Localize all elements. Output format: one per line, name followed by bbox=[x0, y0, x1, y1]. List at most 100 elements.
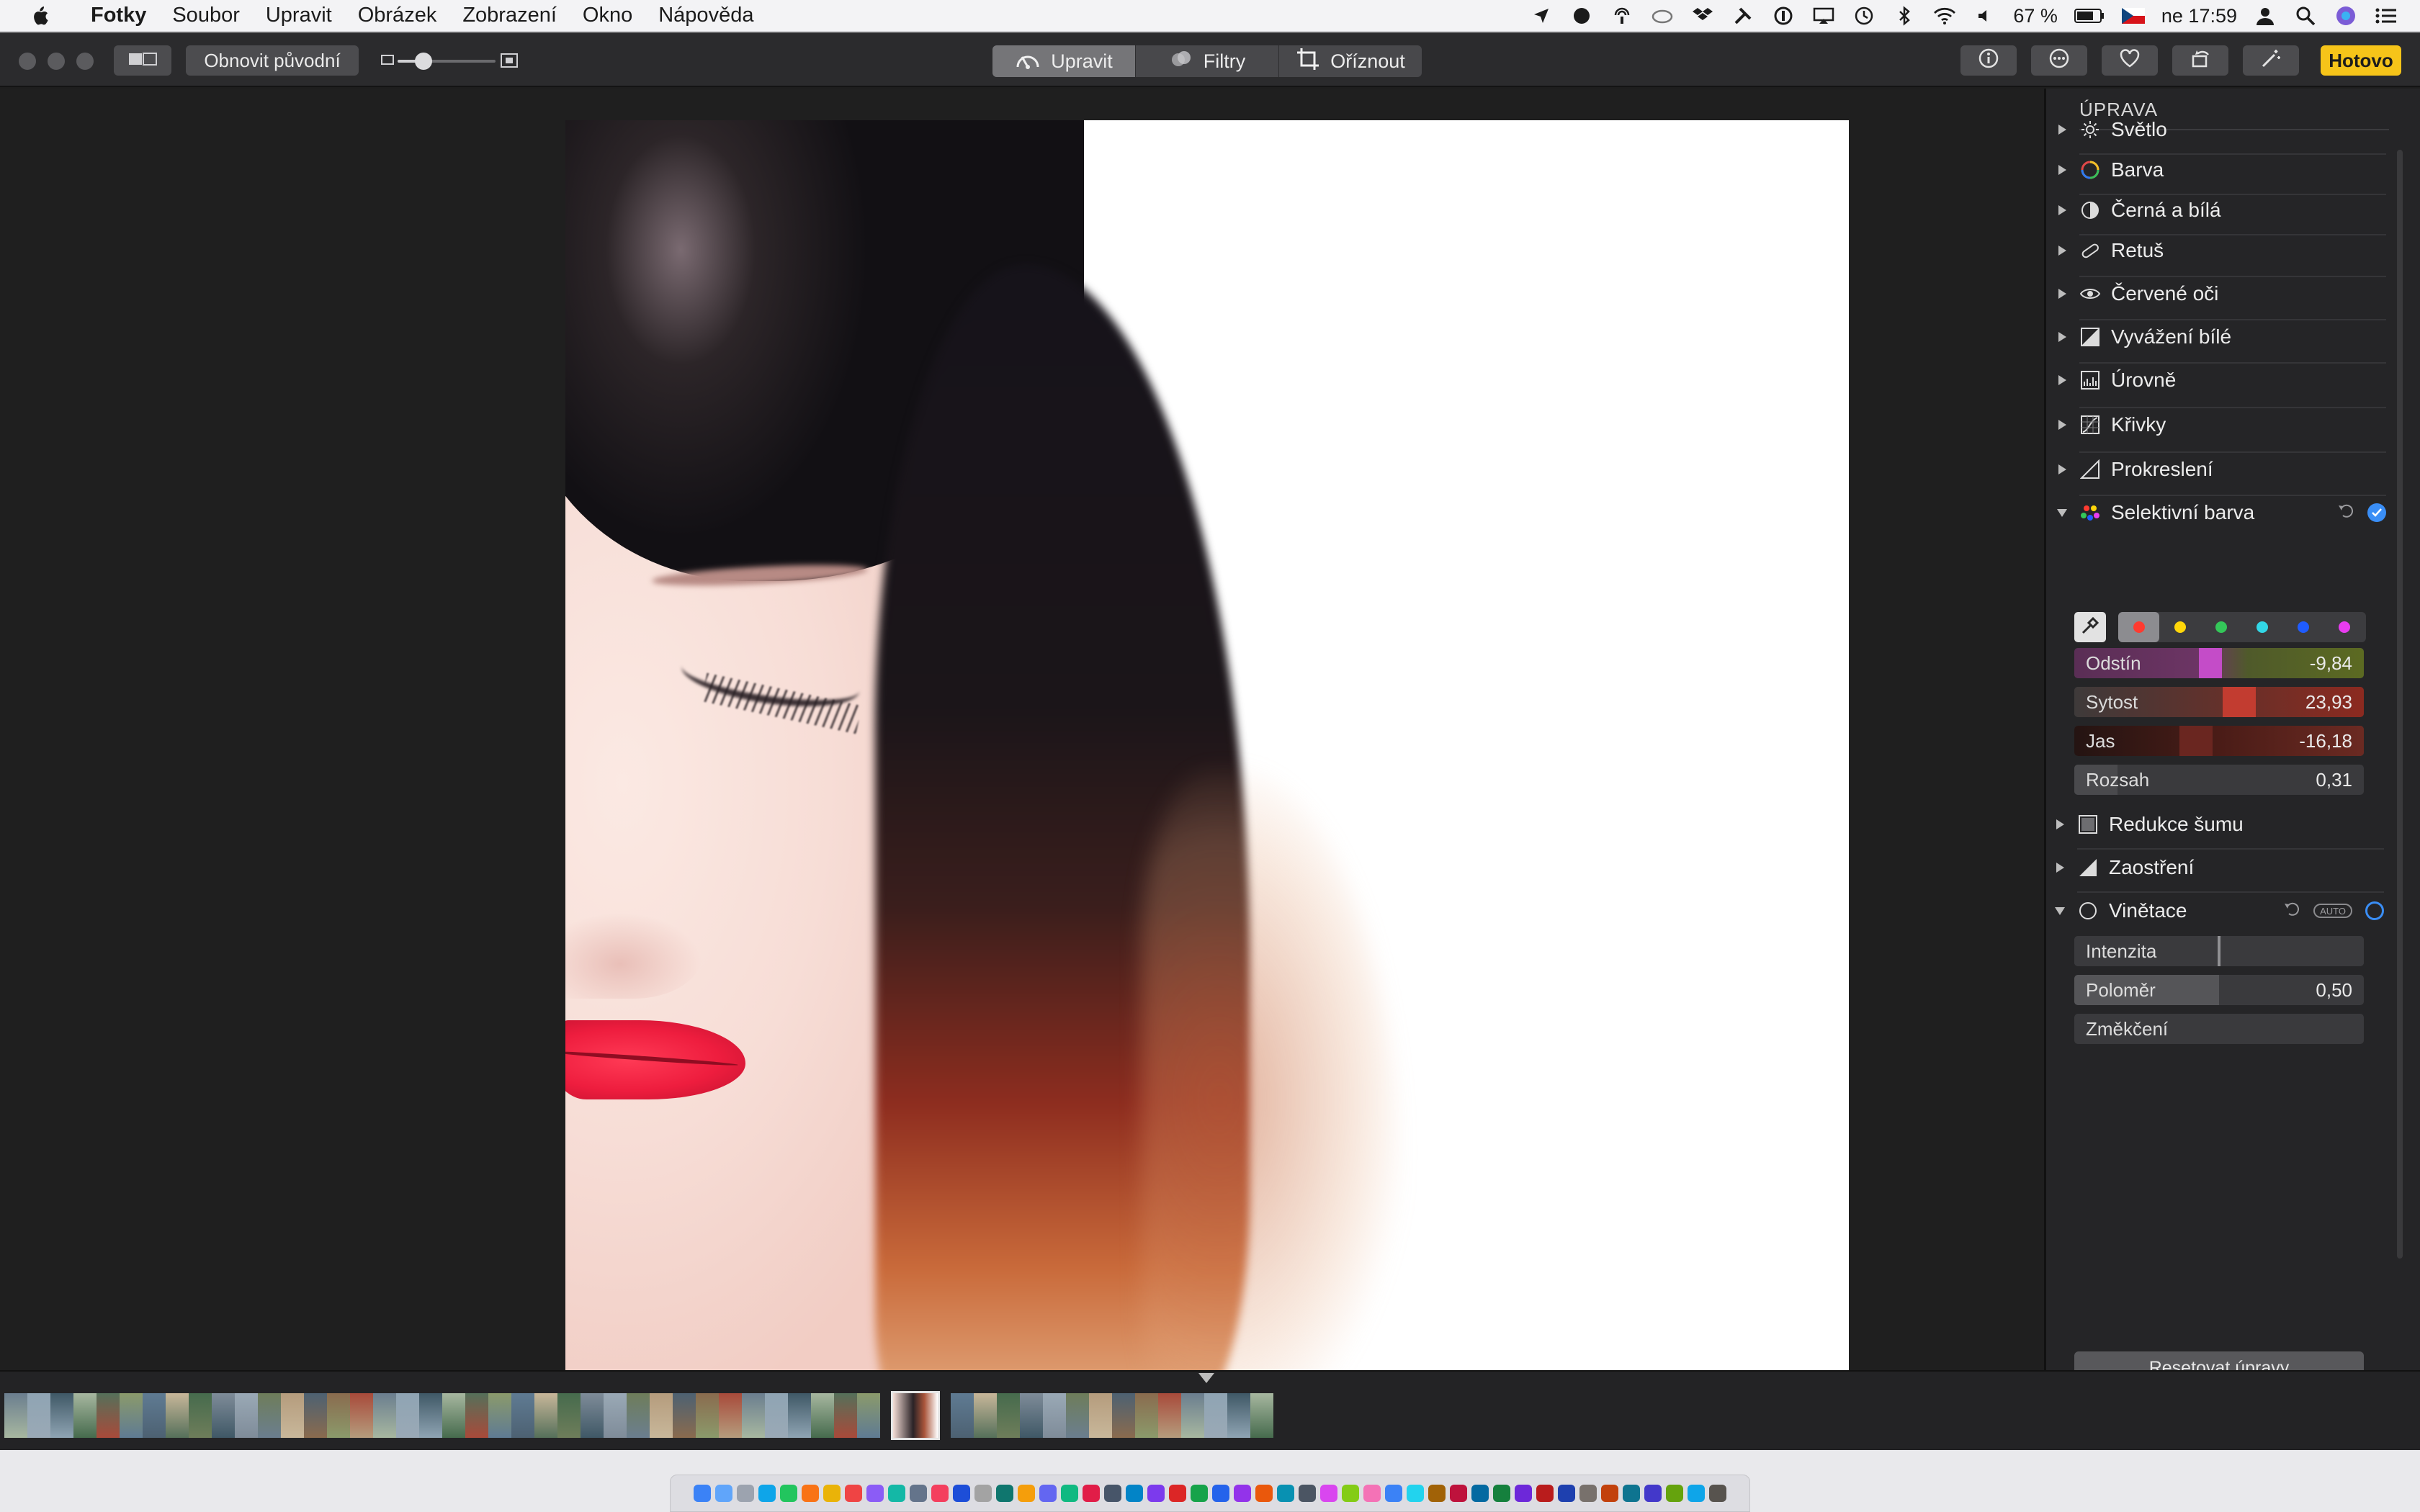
filmstrip-thumbnail[interactable] bbox=[604, 1393, 627, 1438]
filmstrip-thumbnail[interactable] bbox=[258, 1393, 281, 1438]
panel-scrollbar[interactable] bbox=[2393, 89, 2406, 1370]
menu-item-image[interactable]: Obrázek bbox=[345, 0, 450, 32]
zoom-out-icon[interactable] bbox=[380, 53, 395, 71]
filmstrip-thumbnail[interactable] bbox=[974, 1393, 997, 1438]
evernote-icon[interactable] bbox=[1569, 4, 1594, 28]
adjustment-vignette[interactable]: Vinětace AUTO bbox=[2053, 890, 2384, 932]
before-after-button[interactable] bbox=[114, 45, 171, 76]
adjustment-color[interactable]: Barva bbox=[2055, 149, 2386, 191]
filmstrip-thumbnail[interactable] bbox=[788, 1393, 811, 1438]
range-slider[interactable]: Rozsah 0,31 bbox=[2074, 765, 2364, 795]
adjustment-black-white[interactable]: Černá a bílá bbox=[2055, 189, 2386, 231]
dropbox-icon[interactable] bbox=[1690, 4, 1715, 28]
adjustment-curves[interactable]: Křivky bbox=[2055, 404, 2386, 446]
favorite-button[interactable] bbox=[2102, 45, 2158, 76]
filmstrip-thumbnail[interactable] bbox=[373, 1393, 396, 1438]
window-minimize-button[interactable] bbox=[48, 53, 65, 70]
filmstrip-thumbnail[interactable] bbox=[488, 1393, 511, 1438]
filmstrip-thumbnail[interactable] bbox=[1066, 1393, 1089, 1438]
filmstrip-thumbnail[interactable] bbox=[719, 1393, 742, 1438]
filmstrip-thumbnail[interactable] bbox=[951, 1393, 974, 1438]
dock-app-icon[interactable] bbox=[1104, 1485, 1121, 1502]
dock-app-icon[interactable] bbox=[1277, 1485, 1294, 1502]
dock-app-icon[interactable] bbox=[780, 1485, 797, 1502]
adjustment-red-eye[interactable]: Červené oči bbox=[2055, 273, 2386, 315]
dock-app-icon[interactable] bbox=[1039, 1485, 1057, 1502]
dock-app-icon[interactable] bbox=[1623, 1485, 1640, 1502]
dock-app-icon[interactable] bbox=[1709, 1485, 1726, 1502]
filmstrip-thumbnail[interactable] bbox=[73, 1393, 97, 1438]
disabled-checkmark-icon[interactable] bbox=[2365, 901, 2384, 920]
filmstrip-thumbnail[interactable] bbox=[396, 1393, 419, 1438]
filmstrip-thumbnail[interactable] bbox=[166, 1393, 189, 1438]
dock-app-icon[interactable] bbox=[1666, 1485, 1683, 1502]
disclosure-right-icon[interactable] bbox=[2055, 243, 2069, 258]
hue-slider[interactable]: Odstín -9,84 bbox=[2074, 648, 2364, 678]
siri-icon[interactable] bbox=[2334, 4, 2358, 28]
brightness-slider[interactable]: Jas -16,18 bbox=[2074, 726, 2364, 756]
menu-item-app[interactable]: Fotky bbox=[78, 0, 159, 32]
dock-app-icon[interactable] bbox=[737, 1485, 754, 1502]
filmstrip-thumbnail[interactable] bbox=[465, 1393, 488, 1438]
filmstrip-thumbnail[interactable] bbox=[419, 1393, 442, 1438]
tab-adjust[interactable]: Upravit bbox=[992, 45, 1135, 77]
photo-canvas[interactable] bbox=[0, 89, 2044, 1402]
dock-app-icon[interactable] bbox=[1428, 1485, 1446, 1502]
adjustment-levels[interactable]: Úrovně bbox=[2055, 359, 2386, 401]
dock-app-icon[interactable] bbox=[1558, 1485, 1575, 1502]
dock-app-icon[interactable] bbox=[1255, 1485, 1273, 1502]
menu-item-view[interactable]: Zobrazení bbox=[449, 0, 570, 32]
airplay-icon[interactable] bbox=[1811, 4, 1836, 28]
password-icon[interactable] bbox=[1771, 4, 1796, 28]
filmstrip-thumbnail[interactable] bbox=[534, 1393, 557, 1438]
swatch-magenta[interactable] bbox=[2323, 612, 2365, 642]
dock-app-icon[interactable] bbox=[974, 1485, 992, 1502]
disclosure-right-icon[interactable] bbox=[2055, 287, 2069, 301]
dock-app-icon[interactable] bbox=[845, 1485, 862, 1502]
filmstrip-thumbnail[interactable] bbox=[834, 1393, 857, 1438]
dock-app-icon[interactable] bbox=[1169, 1485, 1186, 1502]
filmstrip-thumbnail[interactable] bbox=[1135, 1393, 1158, 1438]
filmstrip-thumbnail[interactable] bbox=[765, 1393, 788, 1438]
disclosure-right-icon[interactable] bbox=[2053, 817, 2067, 832]
dock-app-icon[interactable] bbox=[715, 1485, 732, 1502]
dock-app-icon[interactable] bbox=[1536, 1485, 1554, 1502]
user-icon[interactable] bbox=[2253, 4, 2277, 28]
edited-photo[interactable] bbox=[565, 120, 1849, 1402]
dock-app-icon[interactable] bbox=[1234, 1485, 1251, 1502]
menu-item-window[interactable]: Okno bbox=[570, 0, 645, 32]
dock-app-icon[interactable] bbox=[1299, 1485, 1316, 1502]
apple-icon[interactable] bbox=[27, 4, 52, 28]
eyedropper-button[interactable] bbox=[2074, 612, 2106, 642]
filmstrip-thumbnail[interactable] bbox=[857, 1393, 880, 1438]
zoom-in-icon[interactable] bbox=[500, 51, 519, 73]
filmstrip-thumbnail[interactable] bbox=[350, 1393, 373, 1438]
bluetooth-icon[interactable] bbox=[1892, 4, 1917, 28]
radius-slider[interactable]: Poloměr 0,50 bbox=[2074, 975, 2364, 1005]
filmstrip-thumbnail[interactable] bbox=[442, 1393, 465, 1438]
adjustment-white-balance[interactable]: Vyvážení bílé bbox=[2055, 316, 2386, 358]
enabled-checkmark-icon[interactable] bbox=[2367, 503, 2386, 522]
disclosure-right-icon[interactable] bbox=[2055, 462, 2069, 477]
dock-app-icon[interactable] bbox=[1601, 1485, 1618, 1502]
dock-app-icon[interactable] bbox=[931, 1485, 949, 1502]
intensity-slider-knob[interactable] bbox=[2218, 936, 2220, 966]
auto-badge[interactable]: AUTO bbox=[2313, 904, 2352, 918]
disclosure-right-icon[interactable] bbox=[2055, 373, 2069, 387]
disclosure-right-icon[interactable] bbox=[2055, 122, 2069, 137]
swatch-green[interactable] bbox=[2200, 612, 2241, 642]
done-button[interactable]: Hotovo bbox=[2321, 45, 2401, 76]
dock-app-icon[interactable] bbox=[802, 1485, 819, 1502]
filmstrip-thumbnail[interactable] bbox=[1020, 1393, 1043, 1438]
dock-app-icon[interactable] bbox=[996, 1485, 1013, 1502]
filmstrip-thumbnail[interactable] bbox=[189, 1393, 212, 1438]
filmstrip-thumbnail[interactable] bbox=[1204, 1393, 1227, 1438]
disclosure-down-icon[interactable] bbox=[2053, 904, 2067, 918]
undo-icon[interactable] bbox=[2337, 501, 2354, 524]
filmstrip-thumbnail[interactable] bbox=[650, 1393, 673, 1438]
filmstrip-thumbnail[interactable] bbox=[627, 1393, 650, 1438]
saturation-slider[interactable]: Sytost 23,93 bbox=[2074, 687, 2364, 717]
czech-flag-icon[interactable] bbox=[2121, 4, 2146, 28]
window-close-button[interactable] bbox=[19, 53, 36, 70]
filmstrip-thumbnail[interactable] bbox=[27, 1393, 50, 1438]
